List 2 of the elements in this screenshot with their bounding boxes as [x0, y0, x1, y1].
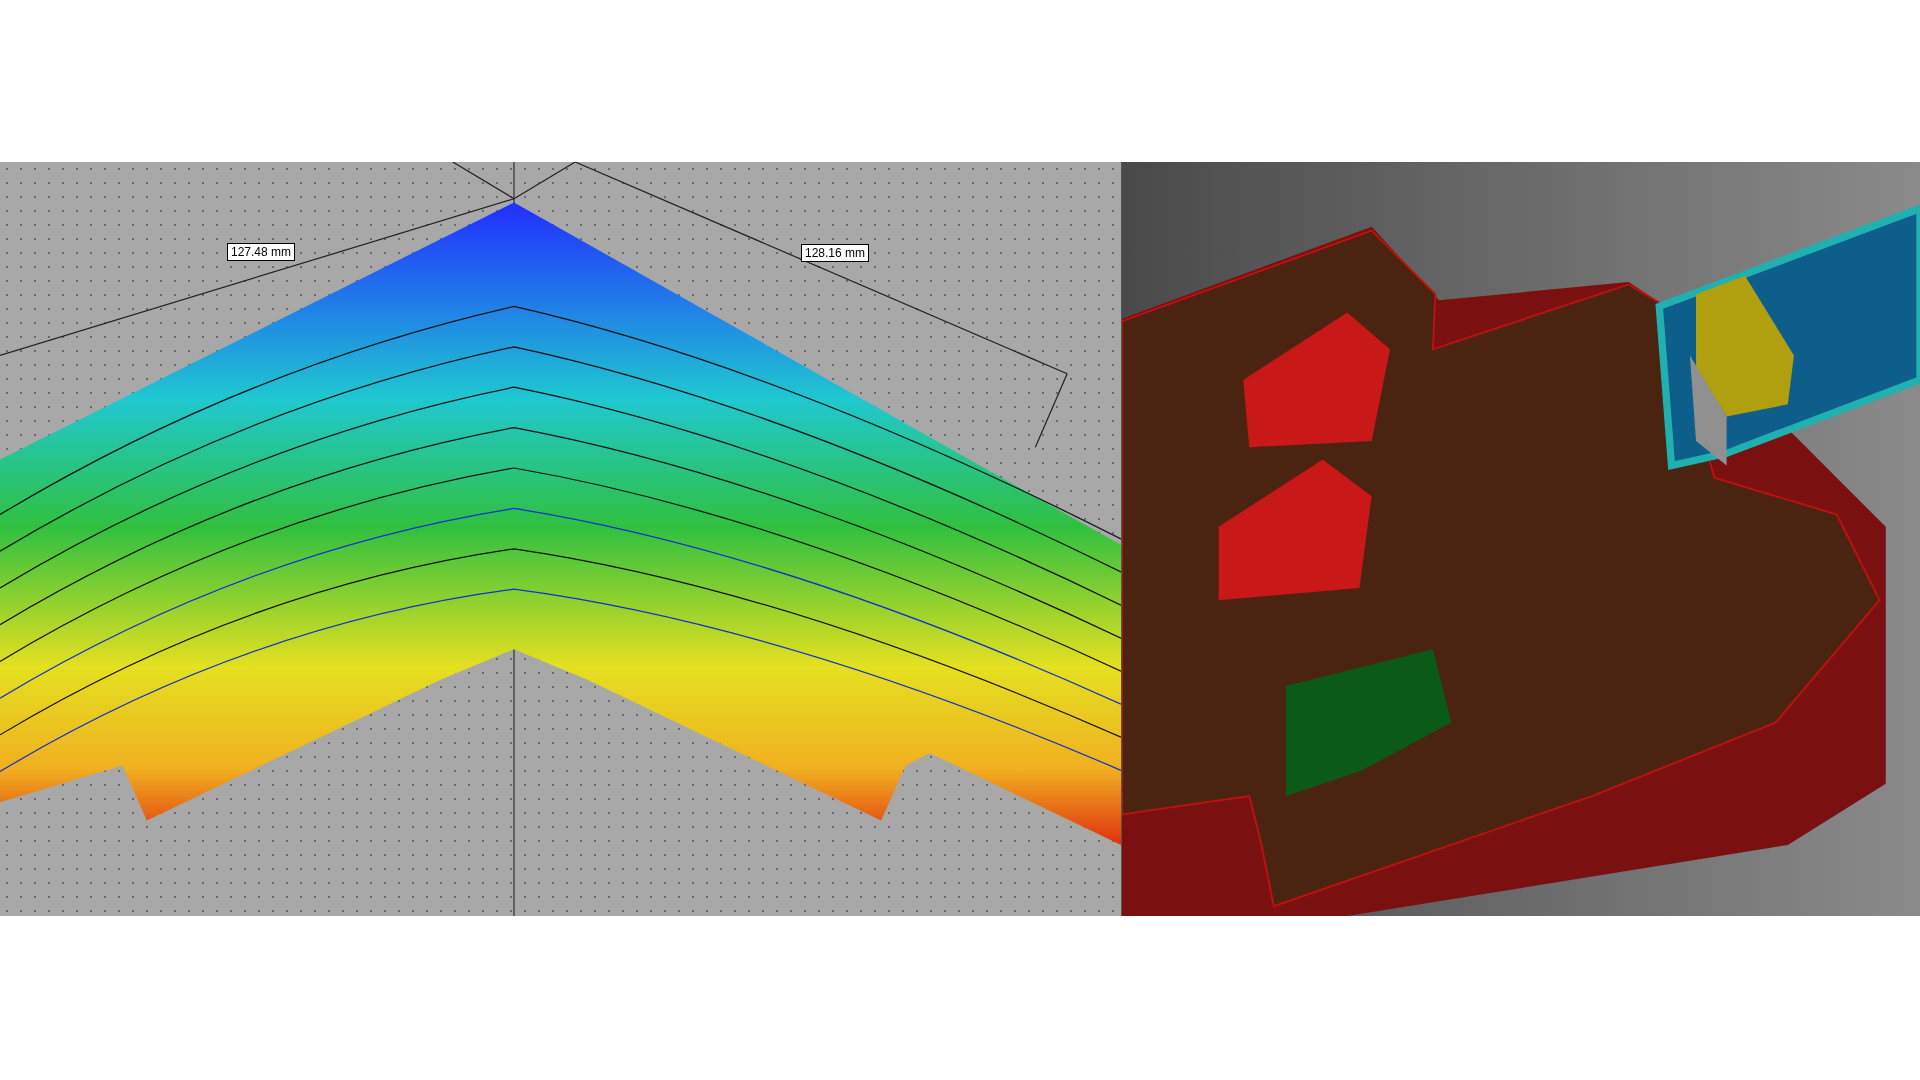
dimension-label: 128.16 mm [801, 244, 870, 262]
dimension-label: 127.48 mm [227, 243, 296, 261]
